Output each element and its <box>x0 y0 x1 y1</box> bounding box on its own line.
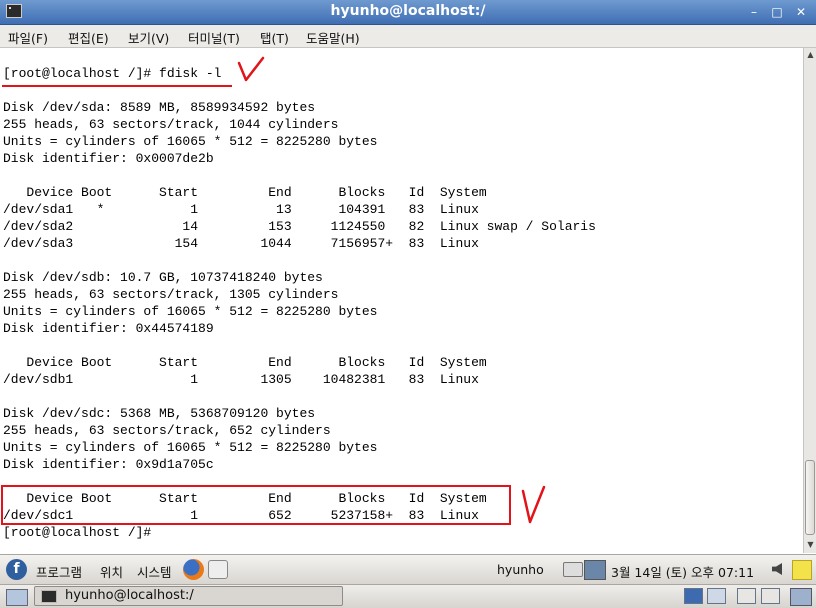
terminal-line: Disk /dev/sdb: 10.7 GB, 10737418240 byte… <box>3 270 323 285</box>
terminal-line: Disk /dev/sda: 8589 MB, 8589934592 bytes <box>3 100 316 115</box>
terminal-output[interactable]: [root@localhost /]# fdisk -l Disk /dev/s… <box>0 48 803 553</box>
panel-menu-places[interactable]: 위치 <box>100 562 123 581</box>
workspace-4[interactable] <box>761 588 780 604</box>
trash-icon[interactable] <box>790 588 812 606</box>
terminal-line: Disk identifier: 0x44574189 <box>3 321 214 336</box>
terminal-line: Disk /dev/sdc: 5368 MB, 5368709120 bytes <box>3 406 316 421</box>
terminal-line: 255 heads, 63 sectors/track, 1044 cylind… <box>3 117 339 132</box>
check-mark-icon <box>521 485 546 524</box>
keyboard-icon[interactable] <box>563 562 583 577</box>
terminal-line: [root@localhost /]# fdisk -l <box>3 66 222 81</box>
menu-terminal[interactable]: 터미널(T) <box>188 28 240 47</box>
window-titlebar[interactable]: hyunho@localhost:/ – □ ✕ <box>0 0 816 25</box>
annotation-highlight-box <box>1 485 511 525</box>
close-button[interactable]: ✕ <box>792 4 810 20</box>
firefox-icon[interactable] <box>183 559 204 580</box>
menu-file[interactable]: 파일(F) <box>8 28 48 47</box>
terminal-line: /dev/sda1 * 1 13 104391 83 Linux <box>3 202 479 217</box>
menu-bar: 파일(F) 편집(E) 보기(V) 터미널(T) 탭(T) 도움말(H) <box>0 25 816 48</box>
minimize-button[interactable]: – <box>745 4 763 20</box>
sticky-note-icon[interactable] <box>792 560 812 580</box>
workspace-1[interactable] <box>684 588 703 604</box>
panel-clock[interactable]: 3월 14일 (토) 오후 07:11 <box>611 562 754 581</box>
workspace-3[interactable] <box>737 588 756 604</box>
terminal-line: Disk identifier: 0x0007de2b <box>3 151 214 166</box>
taskbar-window-label: hyunho@localhost:/ <box>65 588 194 603</box>
terminal-icon <box>41 590 57 603</box>
annotation-check-mark <box>520 485 546 525</box>
panel-menu-system[interactable]: 시스템 <box>137 562 172 581</box>
annotation-check-mark <box>236 54 266 84</box>
terminal-line: /dev/sda3 154 1044 7156957+ 83 Linux <box>3 236 479 251</box>
show-desktop-icon[interactable] <box>6 589 28 606</box>
mail-icon[interactable] <box>208 560 228 579</box>
terminal-line: Units = cylinders of 16065 * 512 = 82252… <box>3 134 378 149</box>
terminal-scrollbar[interactable]: ▲ ▼ <box>803 48 816 553</box>
annotation-underline <box>2 85 232 87</box>
terminal-line: [root@localhost /]# <box>3 525 160 540</box>
bottom-taskbar: hyunho@localhost:/ <box>0 584 816 608</box>
terminal-line: Disk identifier: 0x9d1a705c <box>3 457 214 472</box>
workspace-2[interactable] <box>707 588 726 604</box>
terminal-line: 255 heads, 63 sectors/track, 1305 cylind… <box>3 287 339 302</box>
network-icon[interactable] <box>584 560 606 580</box>
scroll-down-icon[interactable]: ▼ <box>805 539 816 551</box>
menu-view[interactable]: 보기(V) <box>128 28 169 47</box>
terminal-line: Units = cylinders of 16065 * 512 = 82252… <box>3 440 378 455</box>
panel-username[interactable]: hyunho <box>497 562 544 577</box>
terminal-line: Device Boot Start End Blocks Id System <box>3 185 487 200</box>
terminal-line: Units = cylinders of 16065 * 512 = 82252… <box>3 304 378 319</box>
volume-icon[interactable] <box>772 563 782 575</box>
fedora-logo-icon[interactable]: f <box>6 559 27 580</box>
scroll-up-icon[interactable]: ▲ <box>805 49 816 61</box>
panel-menu-applications[interactable]: 프로그램 <box>36 562 82 581</box>
maximize-button[interactable]: □ <box>768 4 786 20</box>
terminal-line: Device Boot Start End Blocks Id System <box>3 355 487 370</box>
terminal-line: /dev/sda2 14 153 1124550 82 Linux swap /… <box>3 219 596 234</box>
taskbar-window-button[interactable]: hyunho@localhost:/ <box>34 586 343 606</box>
terminal-line: 255 heads, 63 sectors/track, 652 cylinde… <box>3 423 331 438</box>
top-panel: f 프로그램 위치 시스템 hyunho 3월 14일 (토) 오후 07:11 <box>0 554 816 584</box>
scrollbar-thumb[interactable] <box>805 460 815 535</box>
terminal-line: /dev/sdb1 1 1305 10482381 83 Linux <box>3 372 479 387</box>
menu-help[interactable]: 도움말(H) <box>306 28 360 47</box>
check-mark-icon <box>237 56 265 82</box>
menu-tabs[interactable]: 탭(T) <box>260 28 289 47</box>
menu-edit[interactable]: 편집(E) <box>68 28 109 47</box>
window-title: hyunho@localhost:/ <box>330 3 486 19</box>
